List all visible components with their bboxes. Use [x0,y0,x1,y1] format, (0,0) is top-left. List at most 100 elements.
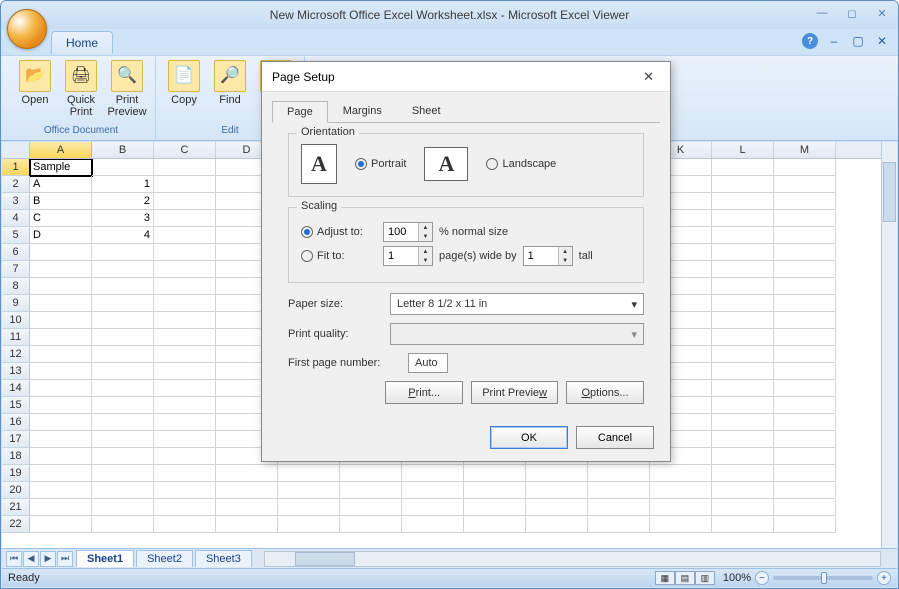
cell[interactable] [154,312,216,329]
cell[interactable] [278,482,340,499]
cell[interactable] [774,414,836,431]
cell[interactable] [92,448,154,465]
options-button[interactable]: Options... [566,381,644,404]
print-button[interactable]: Print... [385,381,463,404]
cell[interactable] [154,448,216,465]
cell[interactable] [712,227,774,244]
cell[interactable] [712,448,774,465]
row-header[interactable]: 12 [2,346,30,363]
cell[interactable] [30,414,92,431]
cell[interactable] [30,516,92,533]
dialog-tab-margins[interactable]: Margins [328,100,397,122]
cell[interactable] [154,193,216,210]
cell[interactable] [712,159,774,176]
cell[interactable] [774,278,836,295]
cell[interactable] [712,431,774,448]
spin-down-icon[interactable]: ▼ [559,256,572,265]
row-header[interactable]: 20 [2,482,30,499]
sheet-tab-sheet2[interactable]: Sheet2 [136,550,193,567]
row-header[interactable]: 8 [2,278,30,295]
cell[interactable] [712,465,774,482]
cell[interactable] [774,397,836,414]
spin-down-icon[interactable]: ▼ [419,232,432,241]
cell[interactable] [92,278,154,295]
cell[interactable] [774,159,836,176]
column-header-B[interactable]: B [92,142,154,158]
cell[interactable] [92,482,154,499]
spin-up-icon[interactable]: ▲ [419,223,432,232]
cell[interactable] [774,227,836,244]
cell[interactable] [774,346,836,363]
cell[interactable] [650,465,712,482]
cell[interactable] [588,482,650,499]
cell[interactable]: 4 [92,227,154,244]
cell[interactable] [92,261,154,278]
cell[interactable] [92,346,154,363]
cell[interactable] [30,346,92,363]
fit-wide-input[interactable] [384,247,418,265]
cell[interactable] [154,210,216,227]
row-header[interactable]: 16 [2,414,30,431]
fit-wide-spinbox[interactable]: ▲▼ [383,246,433,266]
cell[interactable] [154,465,216,482]
fit-tall-spinbox[interactable]: ▲▼ [523,246,573,266]
cell[interactable] [774,431,836,448]
cell[interactable] [30,431,92,448]
cell[interactable] [340,499,402,516]
cell[interactable] [464,499,526,516]
dialog-tab-page[interactable]: Page [272,101,328,123]
cell[interactable] [774,380,836,397]
row-header[interactable]: 14 [2,380,30,397]
sheet-nav-last-icon[interactable]: ⏭ [57,551,73,567]
cell[interactable] [774,499,836,516]
cell[interactable] [464,465,526,482]
office-button[interactable] [7,9,47,49]
cell[interactable]: 3 [92,210,154,227]
cell[interactable] [154,244,216,261]
cell[interactable] [30,448,92,465]
cell[interactable] [402,482,464,499]
row-header[interactable]: 11 [2,329,30,346]
close-icon[interactable]: ✕ [872,5,892,21]
cell[interactable] [712,329,774,346]
cell[interactable] [216,516,278,533]
spin-up-icon[interactable]: ▲ [559,247,572,256]
row-header[interactable]: 3 [2,193,30,210]
cell[interactable] [154,516,216,533]
adjust-to-spinbox[interactable]: ▲▼ [383,222,433,242]
open-button[interactable]: 📂 Open [15,60,55,106]
zoom-percent[interactable]: 100% [723,572,751,584]
cell[interactable] [154,482,216,499]
cell[interactable]: 2 [92,193,154,210]
cell[interactable] [154,176,216,193]
cell[interactable]: C [30,210,92,227]
cell[interactable] [30,465,92,482]
cell[interactable] [92,516,154,533]
cell[interactable] [402,499,464,516]
cell[interactable] [526,499,588,516]
cell[interactable] [154,295,216,312]
cell[interactable] [712,278,774,295]
row-header[interactable]: 18 [2,448,30,465]
cell[interactable] [154,329,216,346]
cell[interactable] [30,482,92,499]
cell[interactable] [92,465,154,482]
cell[interactable] [712,210,774,227]
fit-to-radio[interactable]: Fit to: [301,250,377,262]
view-page-break-icon[interactable]: ▥ [695,571,715,585]
dialog-close-icon[interactable]: ✕ [637,67,660,87]
print-quality-combo[interactable]: ▾ [390,323,644,345]
column-header-M[interactable]: M [774,142,836,158]
cell[interactable] [774,295,836,312]
select-all-corner[interactable] [2,142,30,158]
cell[interactable]: Sample [30,159,92,176]
sheet-nav-prev-icon[interactable]: ◀ [23,551,39,567]
cell[interactable] [92,397,154,414]
cell[interactable] [340,516,402,533]
cell[interactable] [774,363,836,380]
cell[interactable] [464,516,526,533]
cell[interactable] [154,261,216,278]
row-header[interactable]: 15 [2,397,30,414]
maximize-icon[interactable]: ◻ [842,5,862,21]
cancel-button[interactable]: Cancel [576,426,654,449]
